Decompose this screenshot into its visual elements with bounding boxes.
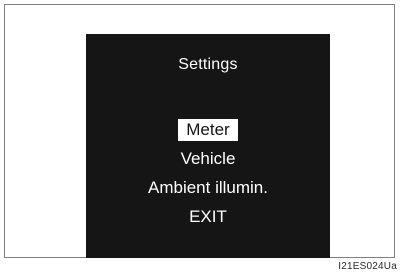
display-screen: Settings Meter Vehicle Ambient illumin. …: [86, 34, 330, 258]
figure-code: I21ES024Ua: [338, 261, 397, 272]
settings-menu: Meter Vehicle Ambient illumin. EXIT: [86, 119, 330, 236]
menu-item-exit[interactable]: EXIT: [182, 207, 234, 228]
menu-item-vehicle[interactable]: Vehicle: [174, 149, 243, 170]
screen-title: Settings: [178, 56, 238, 73]
menu-item-meter[interactable]: Meter: [178, 119, 238, 141]
menu-item-ambient-illumination[interactable]: Ambient illumin.: [141, 178, 275, 199]
